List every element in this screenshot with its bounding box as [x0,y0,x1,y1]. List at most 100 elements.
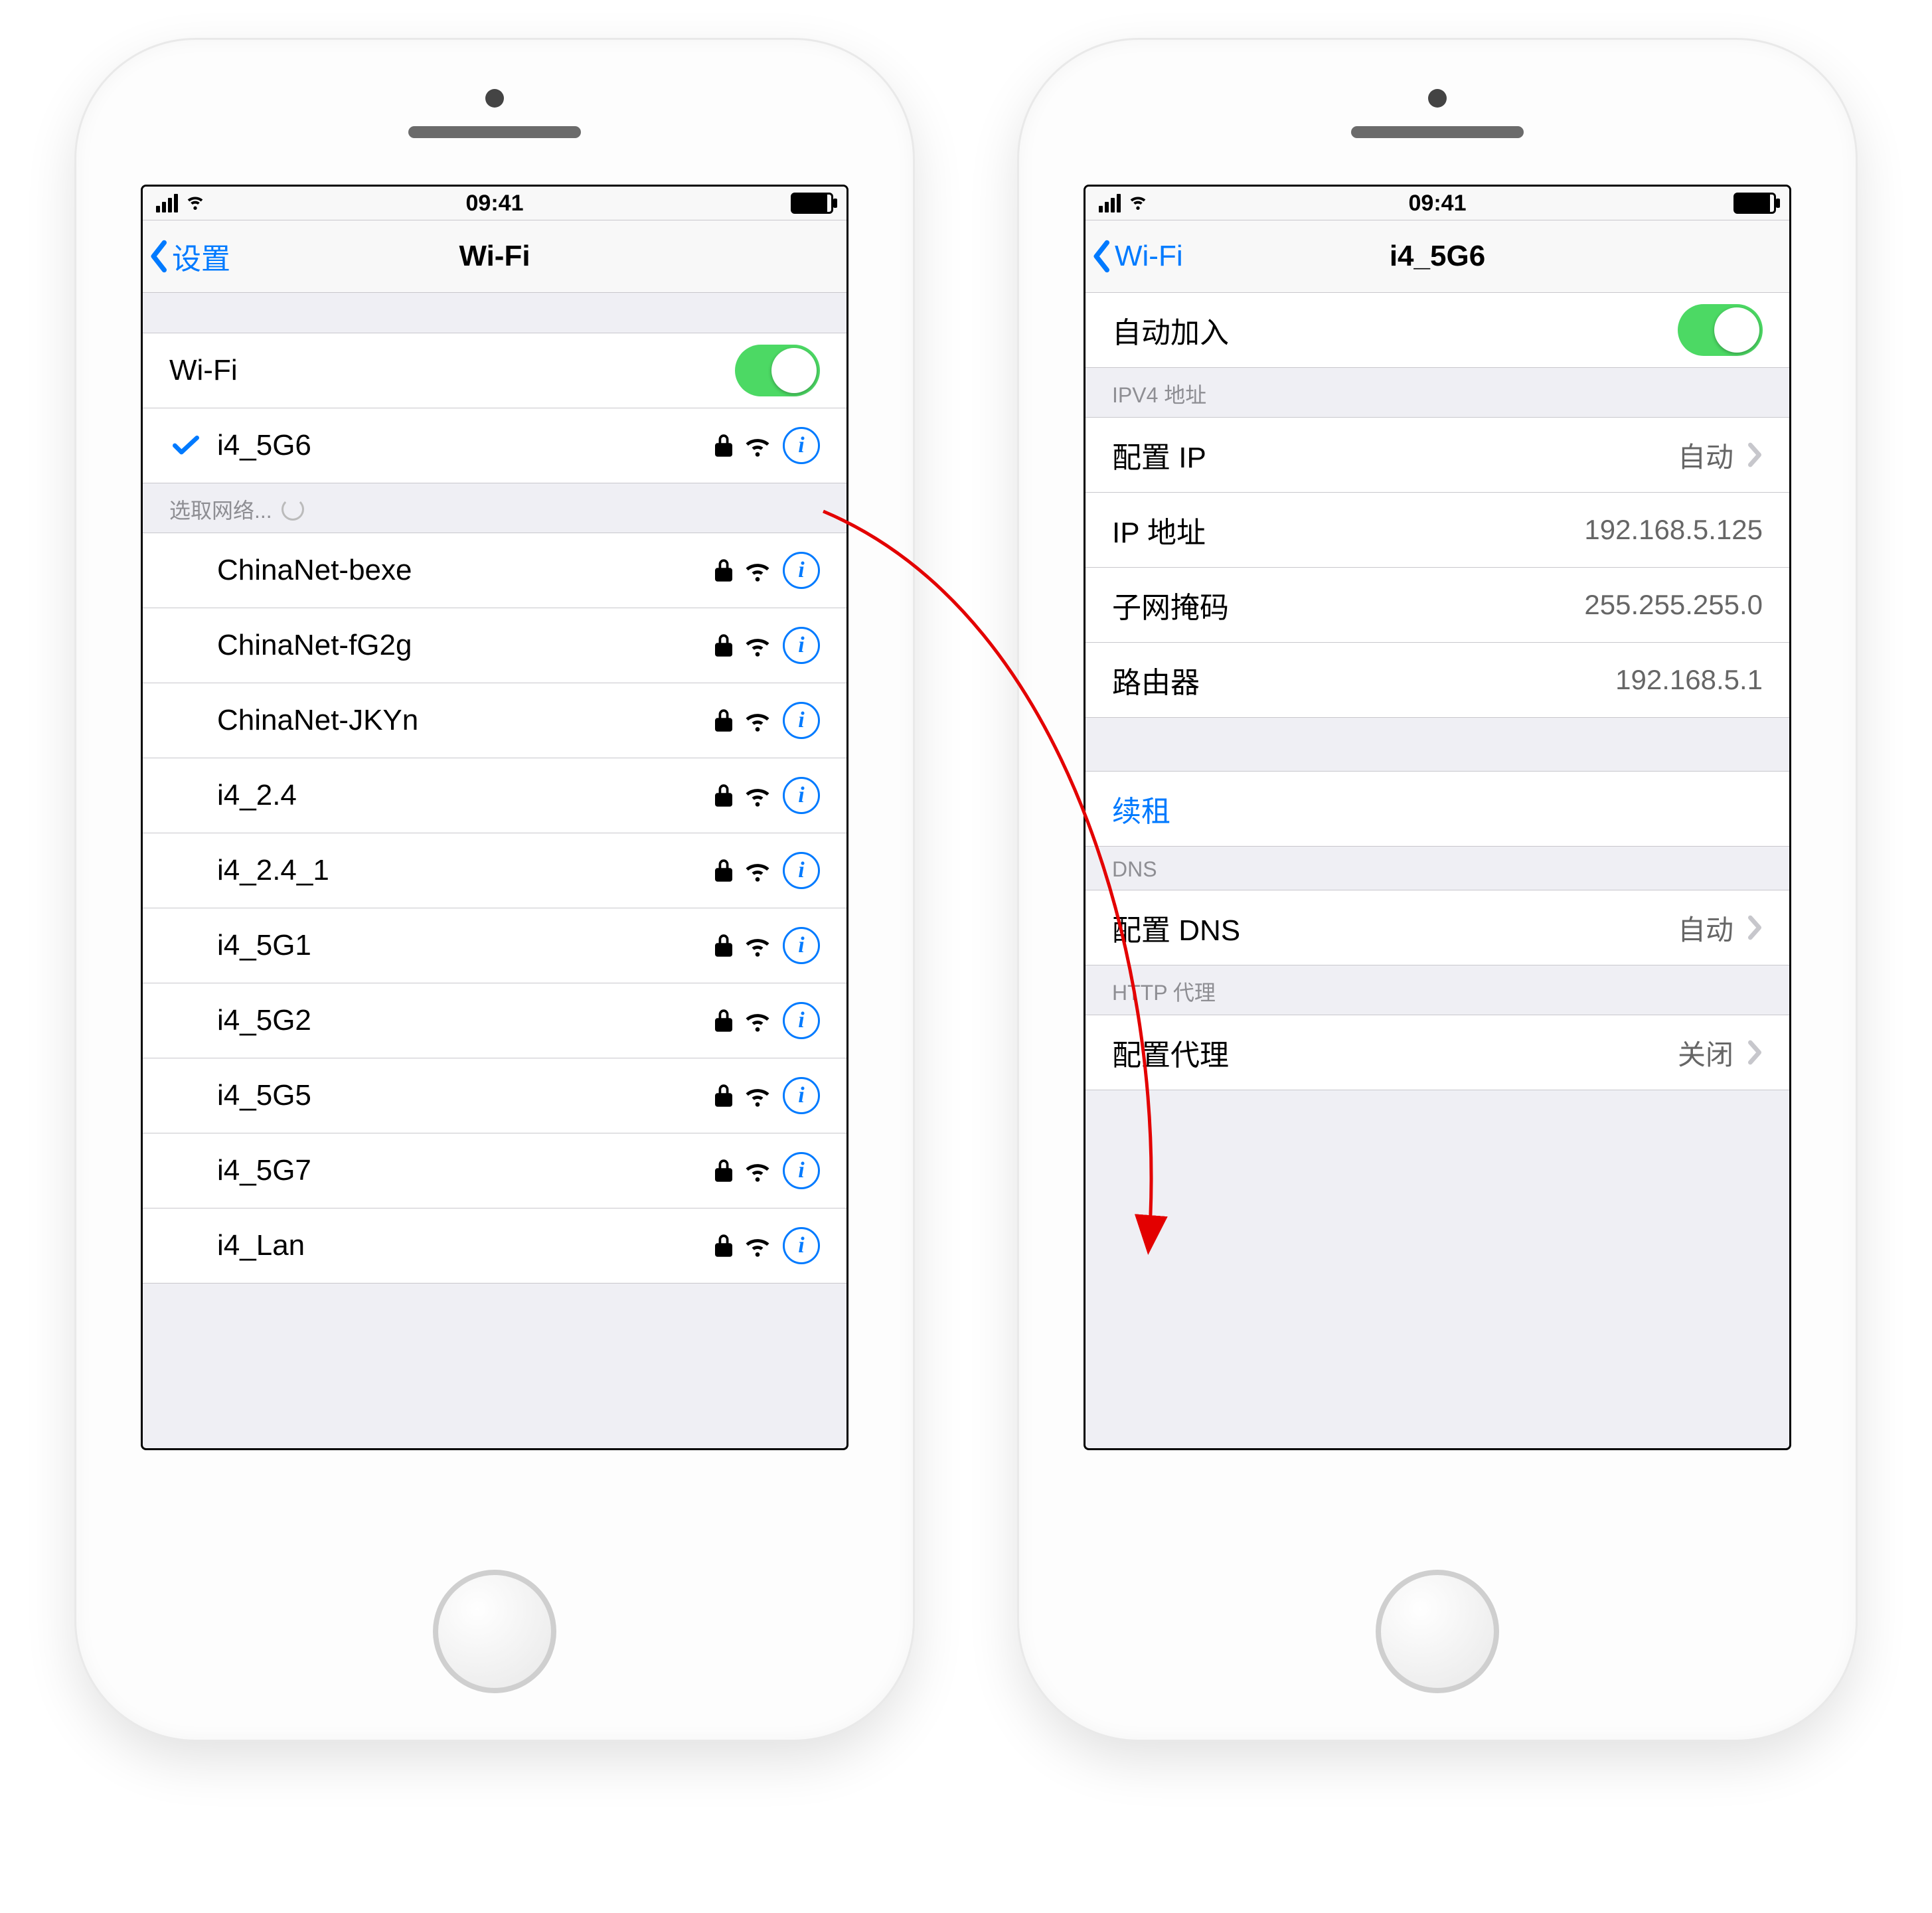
wifi-strength-icon [744,1009,771,1032]
cellular-signal-icon [1099,194,1121,212]
home-button[interactable] [433,1570,556,1693]
renew-lease-row[interactable]: 续租 [1086,771,1789,847]
wifi-strength-icon [744,1084,771,1107]
phone-right: 09:41 Wi-Fi i4_5G6 自动加入 IPV4 地址 配置 IP 自 [1019,40,1856,1740]
battery-icon [1733,193,1776,214]
wifi-strength-icon [744,634,771,657]
auto-join-toggle[interactable] [1678,304,1763,356]
http-proxy-header: HTTP 代理 [1086,965,1789,1015]
chevron-right-icon [1747,914,1763,941]
status-bar: 09:41 [1086,187,1789,220]
battery-icon [791,193,833,214]
wifi-toggle-label: Wi-Fi [169,354,735,387]
nav-back-label: 设置 [172,235,230,278]
network-row[interactable]: ChinaNet-JKYn i [143,683,846,758]
lock-icon [715,784,732,807]
info-icon[interactable]: i [783,1002,820,1039]
network-row[interactable]: i4_5G7 i [143,1133,846,1208]
network-row[interactable]: i4_2.4_1i [143,833,846,908]
info-icon[interactable]: i [783,1152,820,1189]
network-name: ChinaNet-JKYn [217,704,715,737]
configure-proxy-row[interactable]: 配置代理 关闭 [1086,1015,1789,1090]
lock-icon [715,1234,732,1257]
wifi-strength-icon [744,934,771,957]
network-row[interactable]: ChinaNet-fG2g i [143,608,846,683]
nav-back-button[interactable]: Wi-Fi [1086,240,1183,273]
chevron-right-icon [1747,442,1763,468]
renew-lease-label: 续租 [1112,788,1763,830]
network-name: ChinaNet-bexe [217,554,715,587]
info-icon[interactable]: i [783,702,820,739]
checkmark-icon [169,435,202,456]
phone-camera [1428,89,1447,108]
lock-icon [715,709,732,732]
wifi-toggle[interactable] [735,345,820,396]
info-icon[interactable]: i [783,1227,820,1264]
lock-icon [715,634,732,657]
wifi-strength-icon [744,1234,771,1257]
info-icon[interactable]: i [783,927,820,964]
lock-icon [715,1084,732,1107]
info-icon[interactable]: i [783,1077,820,1114]
auto-join-row[interactable]: 自动加入 [1086,293,1789,368]
status-bar: 09:41 [143,187,846,220]
wifi-strength-icon [744,859,771,882]
nav-bar: 设置 Wi-Fi [143,220,846,293]
router-value: 192.168.5.1 [1615,664,1763,696]
info-icon[interactable]: i [783,852,820,889]
wifi-status-icon [1127,190,1149,217]
network-row[interactable]: i4_5G2 i [143,983,846,1058]
info-icon[interactable]: i [783,427,820,464]
chevron-left-icon [149,240,169,273]
configure-dns-row[interactable]: 配置 DNS 自动 [1086,890,1789,965]
home-button[interactable] [1376,1570,1499,1693]
router-row: 路由器 192.168.5.1 [1086,643,1789,718]
connected-network-row[interactable]: i4_5G6 i [143,408,846,483]
wifi-strength-icon [744,1159,771,1182]
ip-address-value: 192.168.5.125 [1584,514,1763,546]
configure-dns-value: 自动 [1678,908,1733,948]
choose-network-header: 选取网络... [143,483,846,533]
configure-ip-label: 配置 IP [1112,434,1678,476]
phone-camera [485,89,504,108]
subnet-mask-row: 子网掩码 255.255.255.0 [1086,568,1789,643]
ip-address-row: IP 地址 192.168.5.125 [1086,493,1789,568]
network-name: i4_5G1 [217,929,715,962]
configure-ip-row[interactable]: 配置 IP 自动 [1086,417,1789,493]
phone-speaker [408,126,581,138]
ipv4-header-label: IPV4 地址 [1112,378,1206,409]
dns-header-label: DNS [1112,857,1157,882]
status-time: 09:41 [466,191,524,216]
info-icon[interactable]: i [783,627,820,664]
nav-back-label: Wi-Fi [1115,240,1183,273]
network-name: ChinaNet-fG2g [217,629,715,662]
lock-icon [715,934,732,957]
lock-icon [715,559,732,582]
wifi-status-icon [185,190,206,217]
screen-wifi-list: 09:41 设置 Wi-Fi Wi-Fi [141,185,848,1450]
ipv4-header: IPV4 地址 [1086,368,1789,417]
nav-back-button[interactable]: 设置 [143,235,230,278]
info-icon[interactable]: i [783,552,820,589]
nav-title: Wi-Fi [143,240,846,273]
network-row[interactable]: i4_5G1 i [143,908,846,983]
network-row[interactable]: i4_5G5 i [143,1058,846,1133]
network-row[interactable]: i4_Lani [143,1208,846,1284]
configure-proxy-label: 配置代理 [1112,1031,1678,1074]
network-name: i4_5G5 [217,1079,715,1112]
info-icon[interactable]: i [783,777,820,814]
status-time: 09:41 [1409,191,1467,216]
network-row[interactable]: ChinaNet-bexe i [143,533,846,608]
nav-title: i4_5G6 [1086,240,1789,273]
wifi-toggle-row[interactable]: Wi-Fi [143,333,846,408]
cellular-signal-icon [156,194,178,212]
http-proxy-header-label: HTTP 代理 [1112,976,1216,1007]
lock-icon [715,1009,732,1032]
configure-dns-label: 配置 DNS [1112,906,1678,949]
auto-join-label: 自动加入 [1112,309,1678,351]
nav-bar: Wi-Fi i4_5G6 [1086,220,1789,293]
lock-icon [715,434,732,457]
network-name: i4_5G2 [217,1004,715,1037]
network-name: i4_5G7 [217,1154,715,1187]
network-row[interactable]: i4_2.4i [143,758,846,833]
